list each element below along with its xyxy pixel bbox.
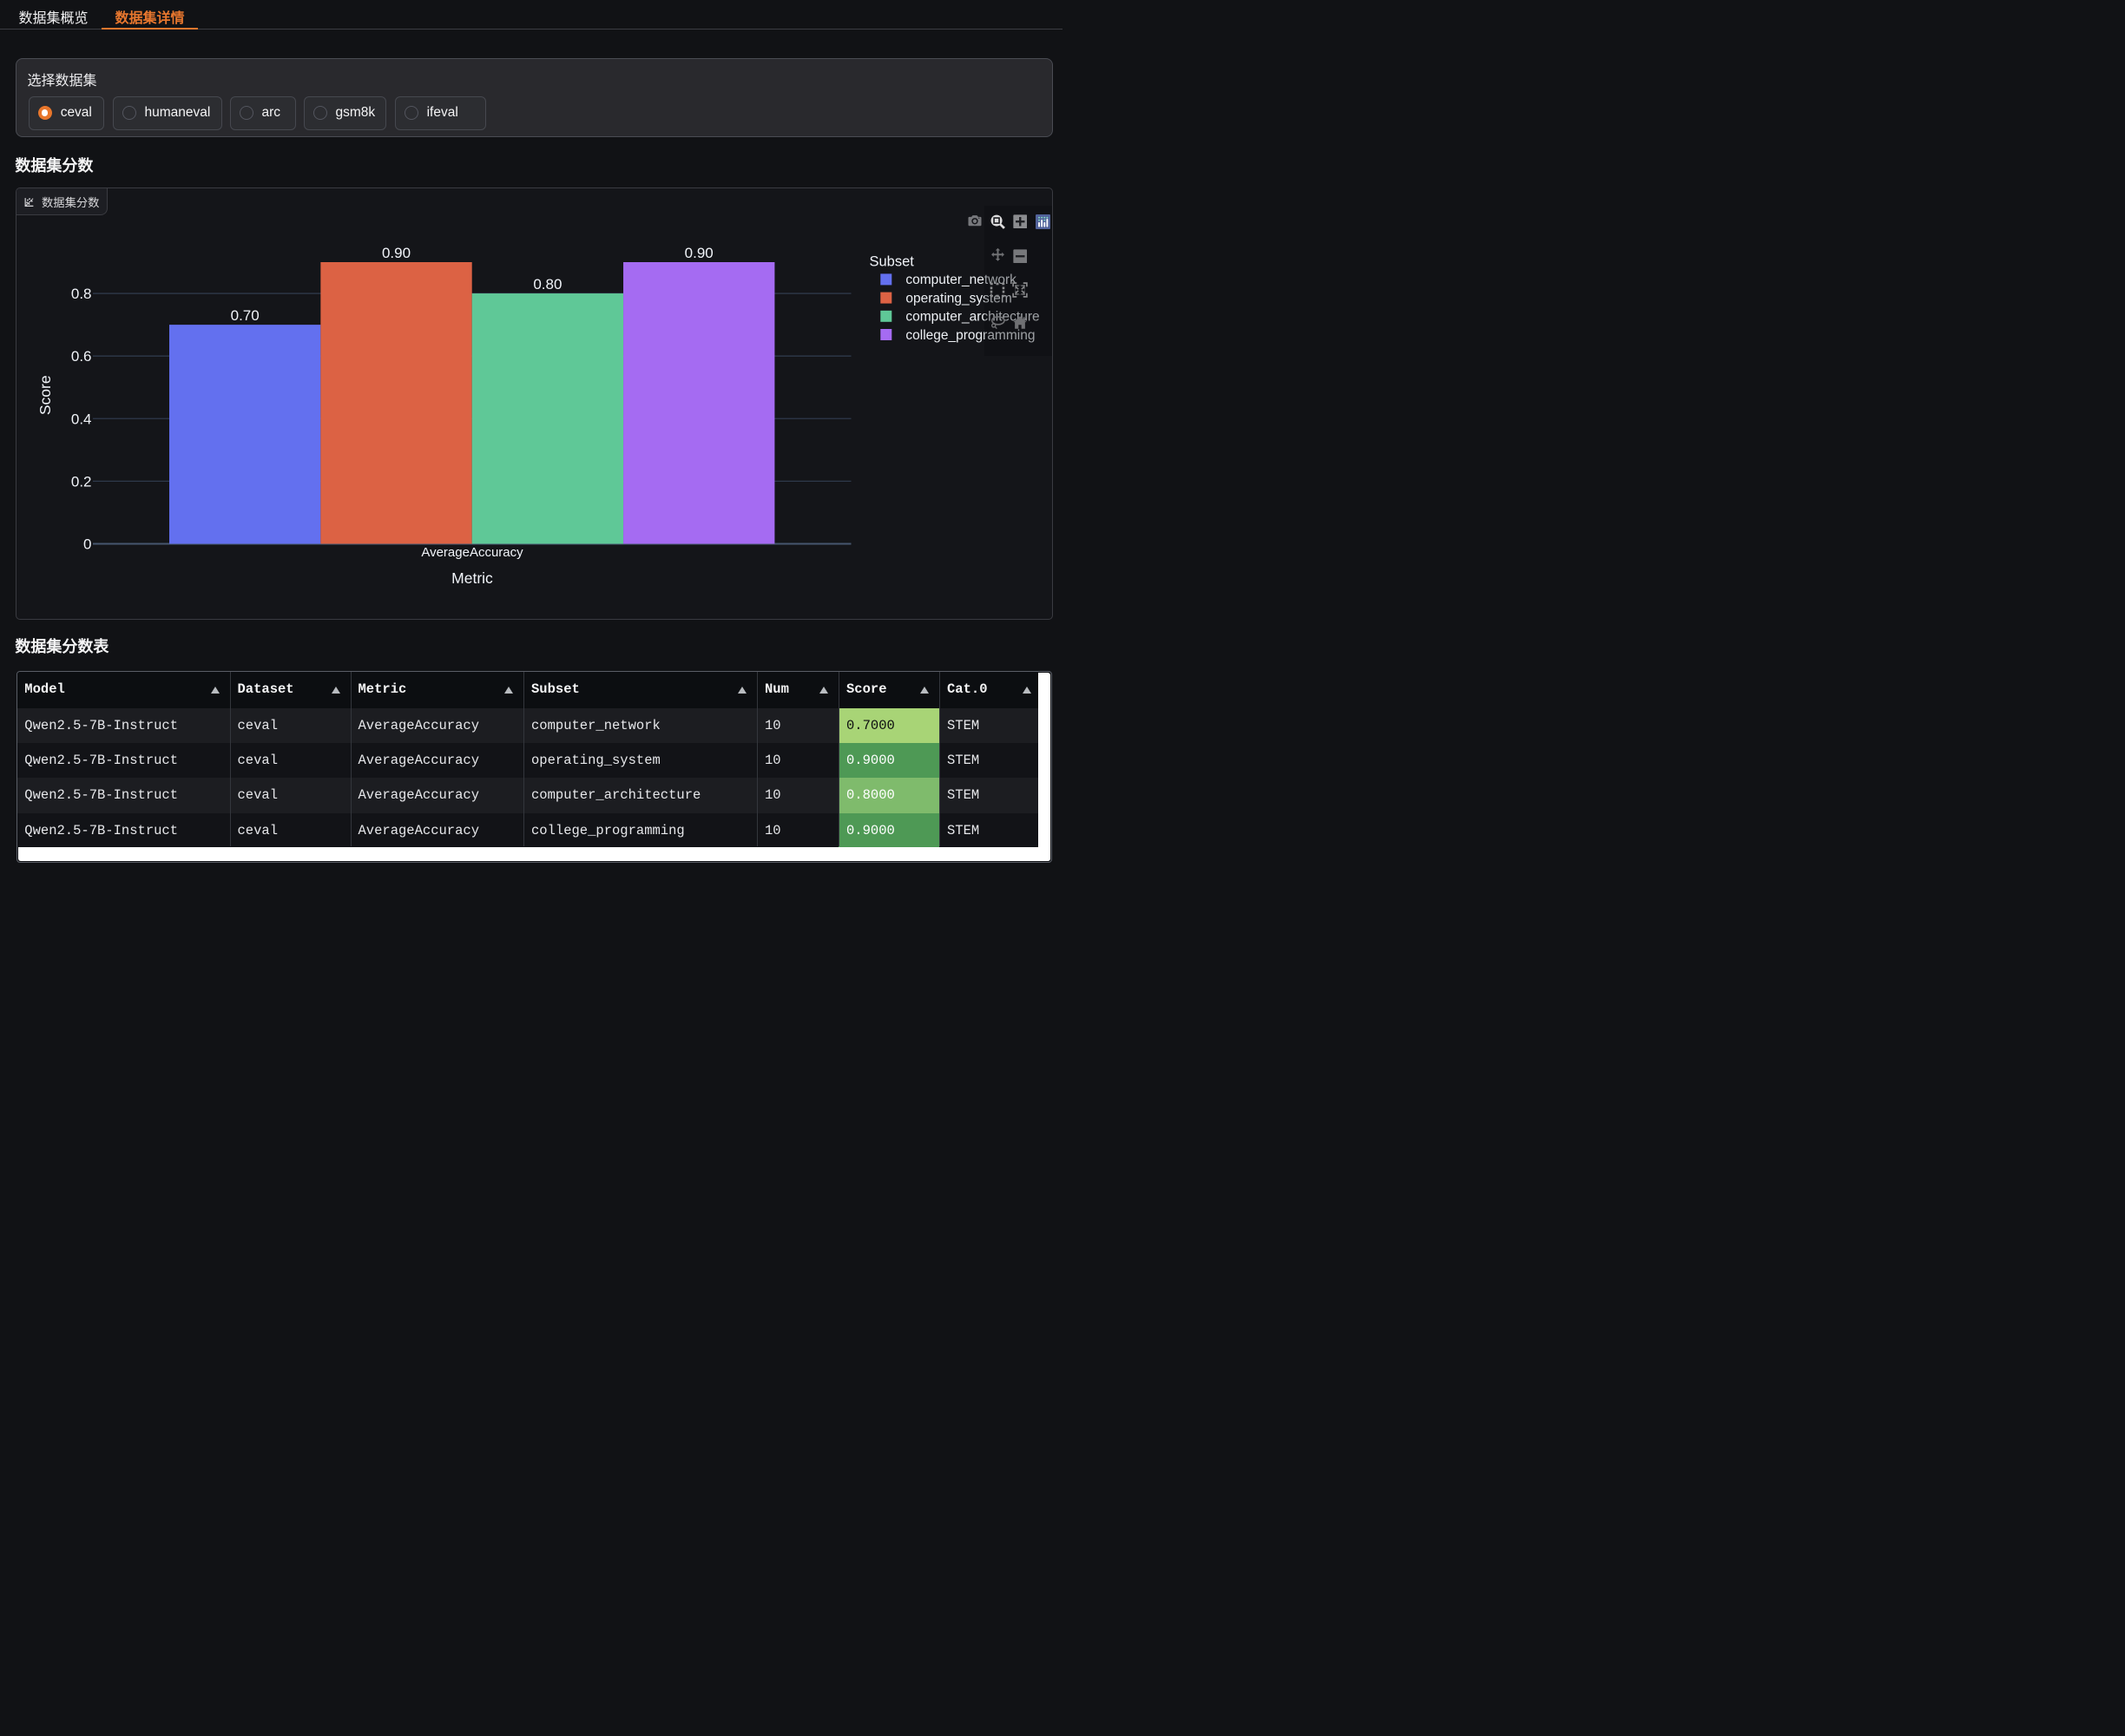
svg-text:Score: Score: [36, 375, 54, 415]
svg-text:0: 0: [83, 536, 91, 553]
svg-text:0.6: 0.6: [71, 348, 92, 365]
svg-text:0.8: 0.8: [71, 286, 92, 302]
svg-text:Subset: Subset: [870, 253, 915, 269]
svg-text:0.90: 0.90: [382, 245, 411, 261]
svg-text:AverageAccuracy: AverageAccuracy: [421, 545, 523, 560]
svg-text:0.2: 0.2: [71, 473, 92, 490]
svg-text:0.4: 0.4: [71, 411, 92, 427]
svg-text:0.80: 0.80: [533, 276, 562, 293]
svg-text:Metric: Metric: [451, 569, 493, 587]
svg-text:0.90: 0.90: [685, 245, 714, 261]
svg-text:0.70: 0.70: [231, 307, 260, 324]
